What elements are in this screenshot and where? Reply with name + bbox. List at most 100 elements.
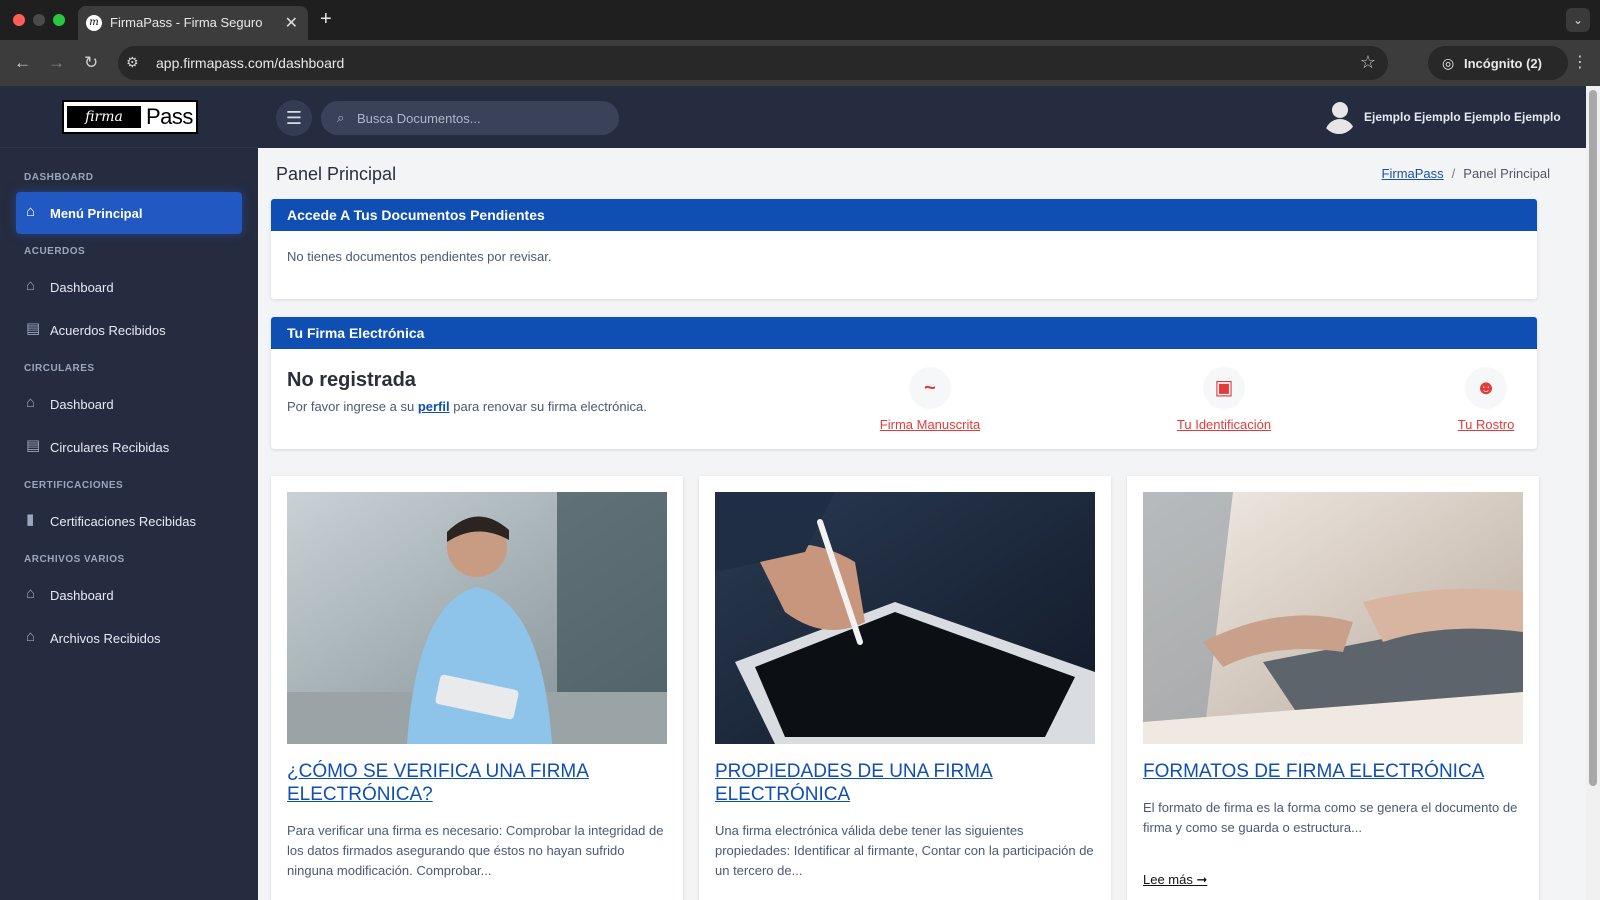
sidebar-item-label: Certificaciones Recibidas	[50, 514, 196, 529]
article-image-stylus-tablet[interactable]	[715, 492, 1095, 744]
read-more-link[interactable]: Lee más ➞	[1143, 872, 1207, 888]
divider	[0, 147, 258, 148]
bookmark-star-icon[interactable]: ☆	[1360, 52, 1376, 73]
article-card-formats: FORMATOS DE FIRMA ELECTRÓNICA El formato…	[1127, 476, 1539, 900]
browser-menu-icon[interactable]: ⋮	[1572, 52, 1588, 72]
pending-documents-card: Accede A Tus Documentos Pendientes No ti…	[271, 199, 1537, 299]
option-label[interactable]: Firma Manuscrita	[865, 417, 995, 432]
tab-close-icon[interactable]: ✕	[285, 13, 298, 33]
document-list-icon: ▤	[26, 320, 41, 337]
tab-title: FirmaPass - Firma Seguro	[110, 15, 263, 30]
section-archivos-varios: ARCHIVOS VARIOS	[24, 554, 125, 565]
profile-link[interactable]: perfil	[418, 399, 450, 414]
sidebar-item-label: Circulares Recibidas	[50, 440, 170, 455]
home-icon: ⌂	[26, 203, 36, 220]
window-minimize-button[interactable]	[33, 14, 45, 26]
page-title: Panel Principal	[276, 164, 397, 184]
avatar	[1322, 100, 1356, 134]
signature-status: No registrada	[287, 369, 416, 391]
section-circulares: CIRCULARES	[24, 363, 95, 374]
option-tu-rostro[interactable]: ☻ Tu Rostro	[1451, 367, 1521, 432]
pending-card-header: Accede A Tus Documentos Pendientes	[271, 199, 1537, 231]
article-excerpt: El formato de firma es la forma como se …	[1143, 800, 1518, 835]
main-content: Panel Principal FirmaPass / Panel Principa…	[258, 148, 1586, 900]
back-arrow-icon[interactable]: ←	[14, 53, 31, 73]
search-icon: ⌕	[337, 110, 345, 125]
search-box[interactable]: ⌕	[321, 101, 619, 135]
search-input[interactable]	[357, 109, 607, 127]
article-image-laptop-typing[interactable]	[1143, 492, 1523, 744]
forward-arrow-icon[interactable]: →	[48, 53, 65, 73]
hamburger-menu-icon[interactable]: ☰	[276, 100, 312, 136]
incognito-label: Incógnito (2)	[1464, 56, 1542, 71]
reload-icon[interactable]: ↻	[84, 53, 98, 73]
browser-tab-bar: m FirmaPass - Firma Seguro ✕ + ⌄	[0, 0, 1600, 40]
new-tab-icon[interactable]: +	[320, 8, 332, 31]
article-title[interactable]: FORMATOS DE FIRMA ELECTRÓNICA	[1143, 760, 1523, 783]
signature-description: Por favor ingrese a su perfil para renov…	[287, 399, 647, 414]
option-tu-identificacion[interactable]: ▣ Tu Identificación	[1159, 367, 1289, 432]
article-excerpt: Una firma electrónica válida debe tener …	[715, 823, 1094, 878]
logo-pass: Pass	[146, 104, 193, 129]
pending-message: No tienes documentos pendientes por revi…	[287, 249, 552, 264]
sidebar-item-label: Archivos Recibidos	[50, 631, 161, 646]
home-icon: ⌂	[26, 277, 36, 294]
breadcrumb-home-link[interactable]: FirmaPass	[1382, 166, 1444, 181]
section-acuerdos: ACUERDOS	[24, 246, 86, 257]
sidebar-item-label: Dashboard	[50, 280, 114, 295]
id-card-icon: ▣	[1203, 367, 1245, 409]
tab-search-icon[interactable]: ⌄	[1566, 8, 1590, 32]
signature-icon: ~	[909, 367, 951, 409]
option-label[interactable]: Tu Rostro	[1451, 417, 1521, 432]
article-image-businessman-tablet[interactable]	[287, 492, 667, 744]
home-icon: ⌂	[26, 394, 36, 411]
incognito-icon: ◎	[1442, 55, 1455, 71]
article-excerpt: Para verificar una firma es necesario: C…	[287, 823, 664, 878]
sidebar-item-certificaciones-recibidas[interactable]: ▮ Certificaciones Recibidas	[16, 500, 242, 542]
sidebar-item-circulares-recibidas[interactable]: ▤ Circulares Recibidas	[16, 426, 242, 468]
sidebar-item-circulares-dashboard[interactable]: ⌂ Dashboard	[16, 383, 242, 425]
breadcrumb-current: Panel Principal	[1463, 166, 1550, 181]
browser-tab[interactable]: m FirmaPass - Firma Seguro ✕	[78, 6, 308, 40]
address-bar[interactable]: ⚙ app.firmapass.com/dashboard ☆	[118, 46, 1388, 80]
section-dashboard: DASHBOARD	[24, 172, 94, 183]
signature-card-header: Tu Firma Electrónica	[271, 317, 1537, 349]
favicon-icon: m	[86, 15, 102, 31]
window-maximize-button[interactable]	[53, 14, 65, 26]
sidebar-item-acuerdos-dashboard[interactable]: ⌂ Dashboard	[16, 266, 242, 308]
article-card-properties: PROPIEDADES DE UNA FIRMA ELECTRÓNICA Una…	[699, 476, 1111, 900]
breadcrumb: FirmaPass / Panel Principal	[1382, 166, 1550, 181]
app-header: ☰ ⌕ Ejemplo Ejemplo Ejemplo Ejemplo	[258, 86, 1586, 148]
sidebar-item-archivos-recibidos[interactable]: ⌂ Archivos Recibidos	[16, 617, 242, 659]
sidebar-item-menu-principal[interactable]: ⌂ Menú Principal	[16, 192, 242, 234]
section-certificaciones: CERTIFICACIONES	[24, 480, 124, 491]
window-close-button[interactable]	[13, 14, 25, 26]
article-title[interactable]: PROPIEDADES DE UNA FIRMA ELECTRÓNICA	[715, 760, 1095, 806]
option-label[interactable]: Tu Identificación	[1159, 417, 1289, 432]
face-icon: ☻	[1465, 367, 1507, 409]
sidebar-item-label: Dashboard	[50, 588, 114, 603]
breadcrumb-separator: /	[1451, 166, 1456, 181]
logo-firma: firma	[67, 106, 141, 128]
sidebar: firma Pass DASHBOARD ⌂ Menú Principal AC…	[0, 86, 258, 900]
incognito-button[interactable]: ◎ Incógnito (2)	[1428, 46, 1568, 80]
firmapass-logo[interactable]: firma Pass	[62, 100, 198, 134]
sidebar-item-label: Menú Principal	[50, 206, 143, 221]
electronic-signature-card: Tu Firma Electrónica No registrada Por f…	[271, 317, 1537, 449]
sidebar-item-label: Dashboard	[50, 397, 114, 412]
article-title[interactable]: ¿CÓMO SE VERIFICA UNA FIRMA ELECTRÓNICA?	[287, 760, 667, 806]
option-firma-manuscrita[interactable]: ~ Firma Manuscrita	[865, 367, 995, 432]
site-settings-icon[interactable]: ⚙	[126, 54, 139, 71]
browser-toolbar: ← → ↻ ⚙ app.firmapass.com/dashboard ☆ ◎ …	[0, 40, 1600, 86]
user-menu[interactable]: Ejemplo Ejemplo Ejemplo Ejemplo	[1322, 98, 1562, 138]
sidebar-item-acuerdos-recibidos[interactable]: ▤ Acuerdos Recibidos	[16, 309, 242, 351]
url-text[interactable]: app.firmapass.com/dashboard	[156, 55, 344, 71]
user-name: Ejemplo Ejemplo Ejemplo Ejemplo	[1364, 110, 1561, 124]
home-icon: ⌂	[26, 585, 36, 602]
page-scrollbar[interactable]	[1586, 86, 1600, 900]
home-icon: ⌂	[26, 628, 36, 645]
certificate-icon: ▮	[26, 511, 35, 528]
document-list-icon: ▤	[26, 437, 41, 454]
sidebar-item-label: Acuerdos Recibidos	[50, 323, 166, 338]
sidebar-item-archivos-dashboard[interactable]: ⌂ Dashboard	[16, 574, 242, 616]
